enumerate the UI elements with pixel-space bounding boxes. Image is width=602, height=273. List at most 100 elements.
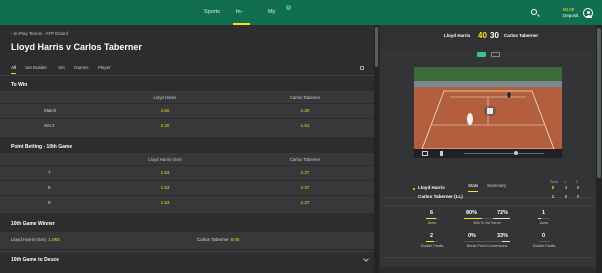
game-winner-table: Lloyd Harris (Svr) 1.083 Carlos Taberner… — [0, 232, 374, 249]
pin-icon[interactable] — [360, 66, 364, 70]
my-bets-badge: 1 — [286, 5, 291, 10]
row-label: Match — [44, 108, 57, 113]
serving-indicator-icon — [413, 188, 415, 190]
break-points-p2: 33% — [497, 233, 509, 239]
tab-summary[interactable]: Summary — [487, 183, 506, 188]
volume-icon[interactable] — [440, 151, 445, 156]
aces-p2: 1 — [542, 210, 546, 216]
scrollbar-thumb[interactable] — [597, 28, 601, 178]
volume-slider[interactable] — [464, 153, 544, 154]
odds-button[interactable]: 1.53 — [145, 185, 185, 190]
set-header: 2 — [576, 180, 579, 184]
row-label: Set 2 — [44, 123, 55, 128]
scoreboard-player2: Carlos Taberner — [504, 33, 539, 38]
tab-set[interactable]: Set — [58, 65, 65, 70]
odds-button[interactable]: 8.00 — [226, 237, 244, 242]
top-navigation-bar: Sports In-Play My Bets 1 €0.09 Deposit — [0, 0, 602, 40]
tab-stats[interactable]: Stats — [468, 183, 479, 192]
search-icon[interactable] — [531, 9, 537, 15]
table-row: Match 4.50 1.20 — [0, 103, 374, 118]
divider — [380, 257, 596, 258]
point-betting-table: Lloyd Harris (Svr) Carlos Taberner 7 1.5… — [0, 153, 374, 213]
break-points-label: Break Point Conversions — [466, 244, 508, 248]
scrollbar[interactable] — [374, 25, 379, 273]
odds-button[interactable]: 2.37 — [285, 200, 325, 205]
page-title: Lloyd Harris v Carlos Taberner — [11, 42, 142, 52]
set-score: 0 — [576, 185, 580, 190]
scoreboard-score2: 30 — [490, 31, 499, 40]
to-win-title[interactable]: To Win — [11, 82, 27, 88]
to-win-table: Lloyd Harris Carlos Taberner Match 4.50 … — [0, 91, 374, 137]
tab-set-builder[interactable]: Set Builder — [25, 65, 47, 70]
aces-label: Aces — [539, 221, 549, 225]
nav-my-bets[interactable]: My Bets — [268, 0, 279, 40]
aces-label: Aces — [427, 221, 437, 225]
nav-in-play[interactable]: In-Play — [233, 0, 250, 40]
odds-button[interactable]: 2.20 — [145, 123, 185, 128]
nav-sports[interactable]: Sports — [204, 0, 220, 25]
first-serve-label: Win % 1st Serve — [473, 221, 501, 225]
odds-button[interactable]: 2.37 — [285, 185, 325, 190]
selection-label[interactable]: Carlos Taberner — [197, 237, 229, 242]
double-faults-label: Double Faults — [532, 244, 556, 248]
scoreboard: Lloyd Harris 40 30 Carlos Taberner — [380, 25, 596, 50]
selection-label[interactable]: Lloyd Harris (Svr) — [11, 237, 46, 242]
row-label: 7 — [48, 170, 51, 175]
game-winner-title[interactable]: 10th Game Winner — [11, 221, 55, 227]
set-header: 1 — [564, 180, 567, 184]
match-tracker-icon[interactable] — [491, 52, 500, 57]
deuce-title[interactable]: 10th Game to Deuce — [11, 257, 59, 263]
slider-handle[interactable] — [514, 151, 518, 155]
aces-p1: 6 — [430, 210, 434, 216]
scrollbar[interactable] — [596, 25, 602, 273]
player-name: Lloyd Harris — [418, 185, 445, 190]
odds-button[interactable]: 1.083 — [44, 237, 64, 242]
breadcrumb[interactable]: ‹ In-Play Tennis - ATP Estoril — [11, 31, 68, 36]
odds-button[interactable]: 1.20 — [285, 108, 325, 113]
double-faults-p1: 2 — [430, 233, 434, 239]
divider — [380, 205, 596, 206]
point-betting-title[interactable]: Point Betting - 10th Game — [11, 144, 72, 150]
set-header: Sets — [550, 180, 558, 184]
tab-all[interactable]: All — [11, 65, 17, 74]
deposit-link[interactable]: Deposit — [563, 13, 578, 18]
markets-panel: ‹ In-Play Tennis - ATP Estoril Lloyd Har… — [0, 25, 379, 273]
odds-button[interactable]: 4.50 — [145, 108, 185, 113]
tab-player[interactable]: Player — [98, 65, 111, 70]
odds-button[interactable]: 2.37 — [285, 170, 325, 175]
table-row: 8 1.53 2.37 — [0, 180, 374, 195]
chevron-down-icon[interactable] — [363, 256, 369, 262]
picture-in-picture-icon[interactable] — [422, 151, 428, 156]
first-serve-bar — [464, 218, 510, 219]
set-score: 6 — [564, 194, 568, 199]
aces-bar — [426, 218, 438, 219]
odds-button[interactable]: 1.53 — [145, 170, 185, 175]
tab-games[interactable]: Games — [74, 65, 89, 70]
live-video[interactable] — [414, 67, 562, 149]
col-header: Lloyd Harris (Svr) — [148, 157, 182, 162]
double-faults-p2: 0 — [542, 233, 546, 239]
sets-won: 1 — [551, 194, 555, 199]
divider — [0, 75, 374, 76]
live-stream-icon[interactable] — [477, 52, 486, 57]
player-name: Carlos Taberner (LL) — [418, 194, 463, 199]
set-score: 0 — [576, 194, 580, 199]
sets-won: 0 — [551, 185, 555, 190]
break-points-bar — [464, 241, 510, 242]
odds-button[interactable]: 1.61 — [285, 123, 325, 128]
set-score: 3 — [564, 185, 568, 190]
double-faults-label: Double Faults — [420, 244, 444, 248]
odds-button[interactable]: 1.53 — [145, 200, 185, 205]
col-header: Carlos Taberner — [289, 157, 321, 162]
first-serve-p1: 80% — [466, 210, 478, 216]
divider — [0, 251, 374, 252]
aces-bar-p2 — [538, 218, 550, 219]
panel-footer — [380, 267, 596, 273]
col-header: Lloyd Harris — [153, 95, 177, 100]
account-balance[interactable]: €0.09 — [563, 7, 574, 12]
table-row: 7 1.53 2.37 — [0, 165, 374, 180]
tennis-court-image — [414, 67, 562, 149]
col-header: Carlos Taberner — [289, 95, 321, 100]
scrollbar-thumb[interactable] — [375, 27, 378, 67]
account-avatar-icon[interactable] — [583, 8, 593, 18]
